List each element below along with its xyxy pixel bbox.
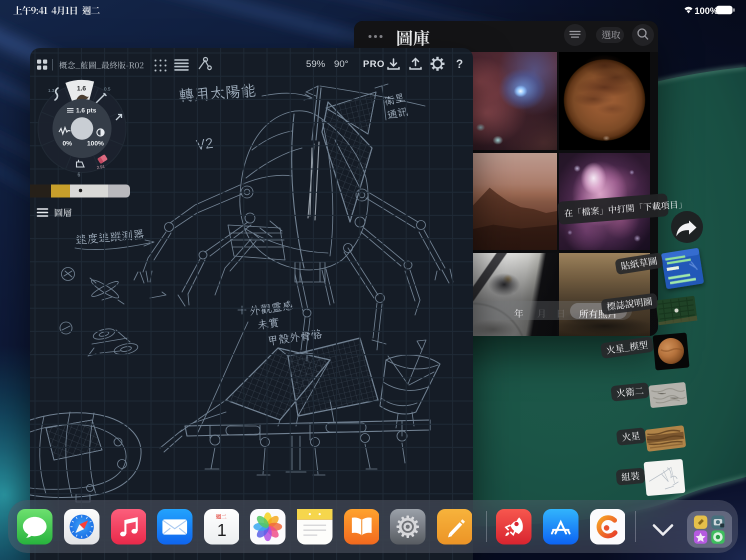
- svg-text:100%: 100%: [695, 6, 719, 16]
- svg-text:1: 1: [217, 520, 227, 540]
